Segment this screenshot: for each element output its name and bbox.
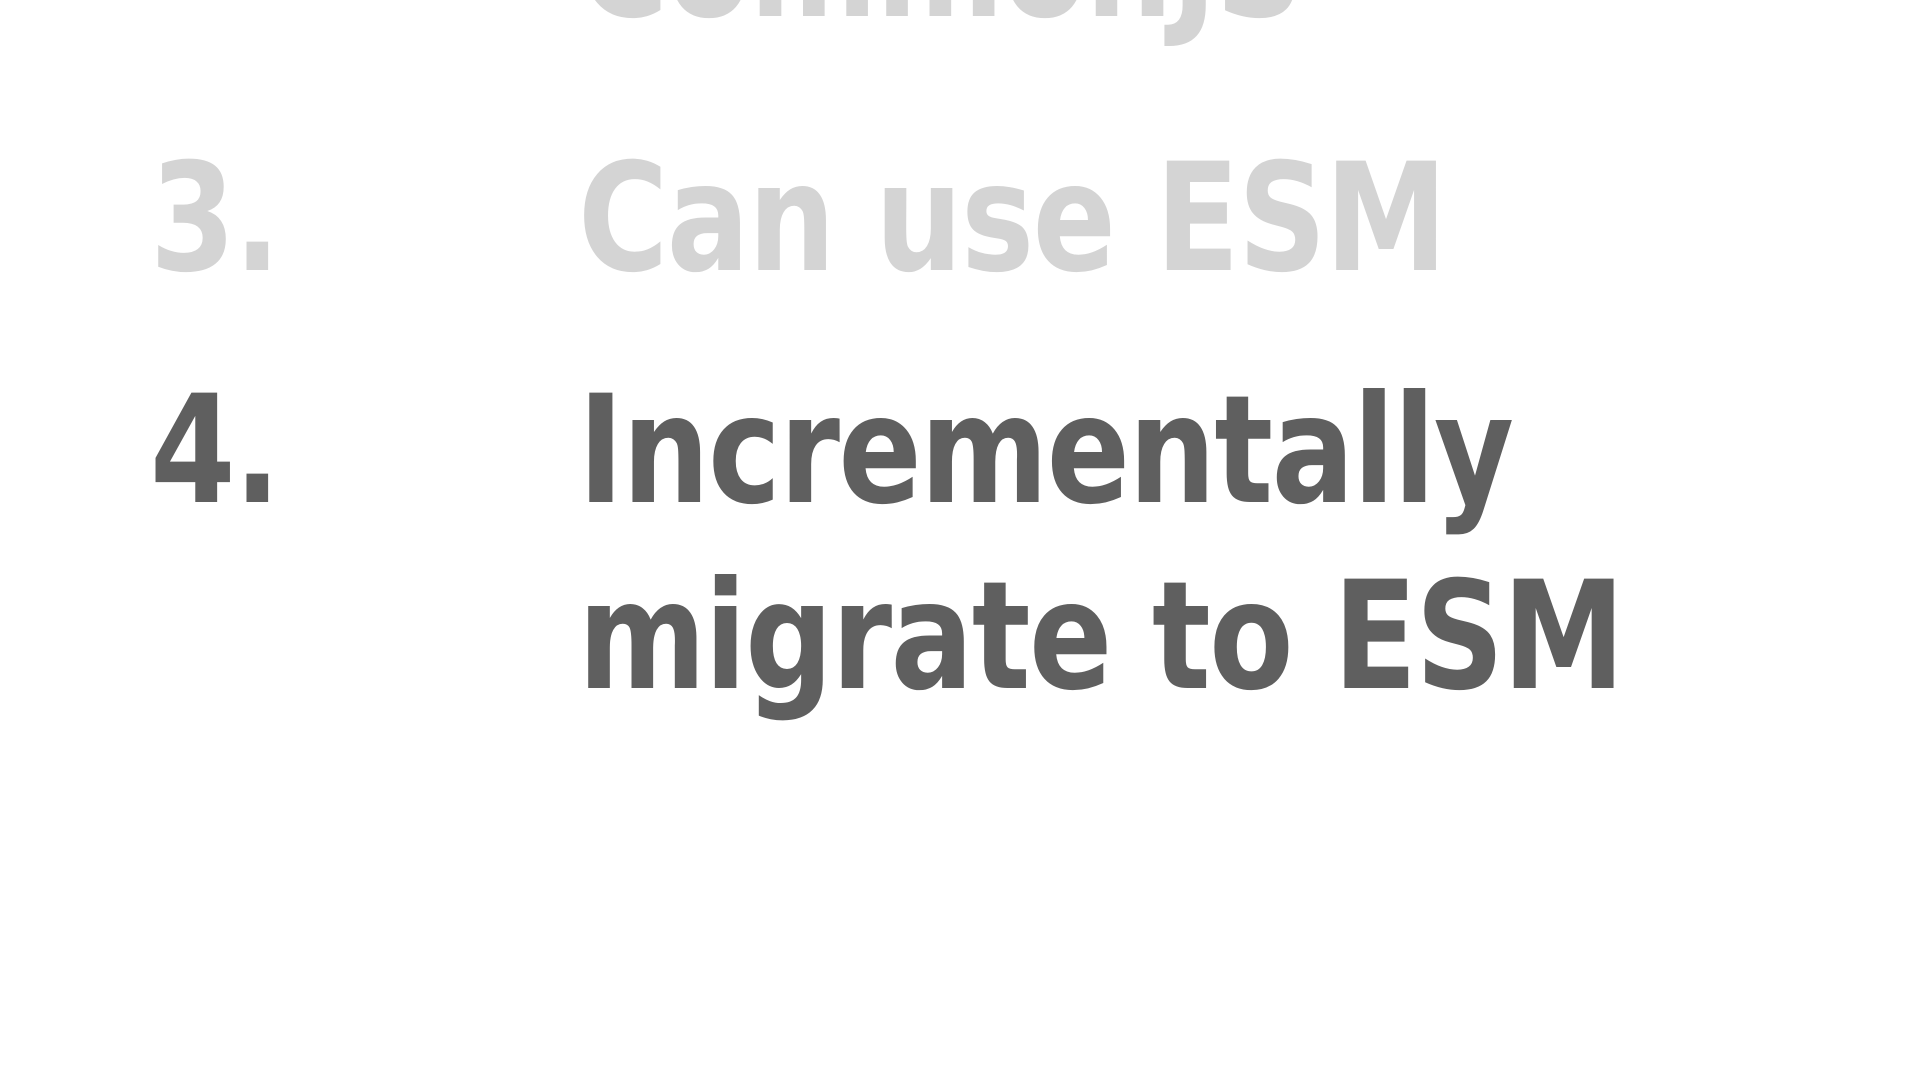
list-item-text: Incrementally migrate to ESM [578, 364, 1625, 724]
list-item-number: 4. [150, 364, 281, 538]
slide: CommonJS 3. Can use ESM 4. Incrementally… [0, 0, 1920, 1080]
list-item-number: 3. [150, 132, 281, 306]
list-item-text: CommonJS [578, 0, 1759, 58]
list-item-text: Can use ESM [578, 132, 1447, 306]
